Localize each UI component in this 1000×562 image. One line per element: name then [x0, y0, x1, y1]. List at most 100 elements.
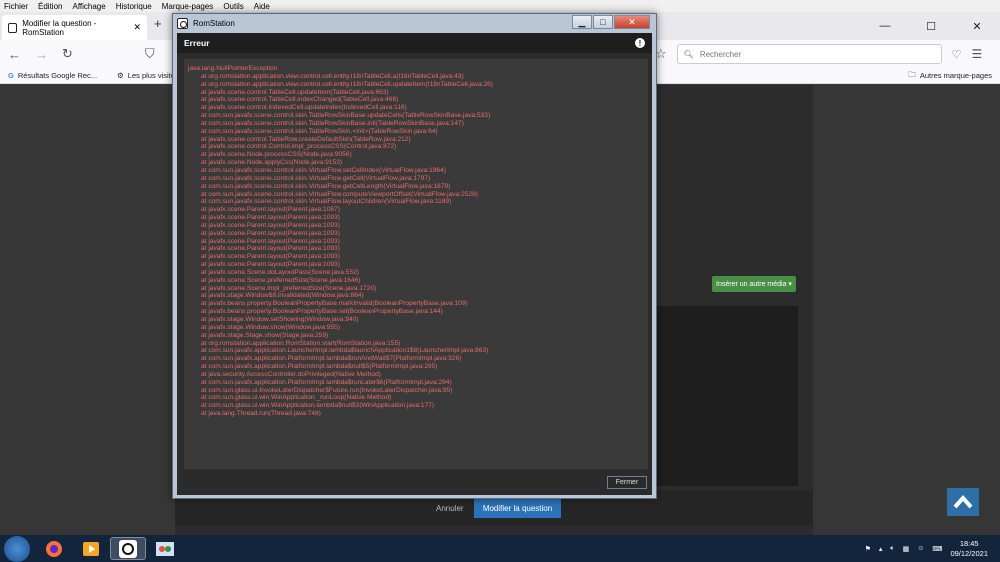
minimize-icon[interactable]: ▁	[572, 15, 592, 29]
maximize-icon[interactable]: □	[593, 15, 613, 29]
stacktrace-line: at javafx.scene.Parent.layout(Parent.jav…	[201, 206, 340, 214]
chevron-up-icon	[953, 495, 973, 509]
stacktrace-line: at java.security.AccessController.doPriv…	[201, 370, 381, 378]
stacktrace-line: at com.sun.javafx.scene.control.skin.Vir…	[201, 190, 478, 198]
window-controls: — ☐ ✕	[862, 12, 1000, 40]
dialog-window-controls: ▁ □ ✕	[572, 15, 650, 29]
romstation-icon	[177, 17, 188, 29]
back-icon[interactable]: ←	[8, 47, 21, 62]
stacktrace-line: at com.sun.javafx.application.LauncherIm…	[201, 347, 489, 355]
submit-question-button[interactable]: Modifier la question	[474, 499, 561, 518]
stacktrace-line: at org.romstation.application.RomStation…	[201, 339, 401, 347]
maximize-icon[interactable]: ☐	[908, 12, 954, 40]
close-window-icon[interactable]: ✕	[954, 12, 1000, 40]
stacktrace-text: java.lang.NullPointerException at org.rom…	[184, 59, 648, 424]
search-icon: 🔍︎	[683, 49, 694, 59]
minimize-icon[interactable]: —	[862, 12, 908, 40]
paint-icon	[156, 541, 174, 556]
search-box[interactable]: 🔍︎	[676, 44, 942, 64]
browser-tab[interactable]: Modifier la question - RomStation ✕	[2, 15, 147, 40]
stacktrace-line: at javafx.scene.Parent.layout(Parent.jav…	[201, 214, 340, 222]
dialog-body: Erreur ! java.lang.NullPointerException a…	[177, 33, 652, 495]
pocket-icon[interactable]: ♡	[952, 48, 962, 61]
stacktrace-line: at javafx.scene.Scene.impl_preferredSize…	[201, 284, 377, 292]
taskbar-paint[interactable]	[147, 537, 183, 560]
menu-affichage[interactable]: Affichage	[72, 2, 105, 11]
bookmark-most-visited[interactable]: ⚙ Les plus visités	[117, 71, 179, 80]
stacktrace-line: at javafx.scene.Parent.layout(Parent.jav…	[201, 245, 340, 253]
media-player-icon	[83, 541, 99, 556]
flag-icon[interactable]: ⚑	[865, 545, 871, 553]
bookmark-label: Résultats Google Rec...	[17, 71, 98, 80]
stacktrace-line: at com.sun.javafx.scene.control.skin.Vir…	[201, 166, 446, 174]
stacktrace-area[interactable]: java.lang.NullPointerException at org.rom…	[184, 59, 648, 469]
stacktrace-line: at javafx.scene.Parent.layout(Parent.jav…	[201, 221, 340, 229]
menu-outils[interactable]: Outils	[223, 2, 243, 11]
error-dialog-window: RomStation ▁ □ ✕ Erreur ! java.lang.Null…	[172, 13, 657, 499]
stacktrace-line: at javafx.scene.Scene.preferredSize(Scen…	[201, 276, 361, 284]
scroll-top-button[interactable]	[947, 488, 979, 516]
folder-icon: 🗀	[908, 70, 916, 79]
stacktrace-line: at javafx.beans.property.BooleanProperty…	[201, 308, 443, 316]
taskbar-media[interactable]	[73, 537, 109, 560]
fermer-button[interactable]: Fermer	[607, 476, 647, 489]
reload-icon[interactable]: ↻	[62, 46, 73, 62]
notification-icon[interactable]: ☺	[917, 545, 924, 552]
system-tray: ⚑ ▴ 🔈︎ ▦ ☺ ⌨ 18:45 09/12/2021	[865, 535, 988, 562]
stacktrace-line: at com.sun.glass.ui.InvokeLaterDispatche…	[201, 386, 453, 394]
stacktrace-line: at com.sun.glass.ui.win.WinApplication._…	[201, 394, 392, 402]
stacktrace-line: at javafx.scene.Parent.layout(Parent.jav…	[201, 261, 340, 269]
close-icon[interactable]: ✕	[133, 22, 141, 33]
stacktrace-line: at org.romstation.application.view.contr…	[201, 72, 464, 80]
menu-edition[interactable]: Édition	[38, 2, 62, 11]
stacktrace-line: at javafx.stage.Window$9.invalidated(Win…	[201, 292, 364, 300]
language-icon[interactable]: ⌨	[932, 545, 942, 553]
taskbar: ⚑ ▴ 🔈︎ ▦ ☺ ⌨ 18:45 09/12/2021	[0, 535, 1000, 562]
stacktrace-line: at javafx.scene.control.TableRow.createD…	[201, 135, 411, 143]
stacktrace-line: at org.romstation.application.view.contr…	[201, 80, 493, 88]
romstation-favicon-icon	[8, 22, 18, 33]
bookmark-google[interactable]: G Résultats Google Rec...	[8, 71, 97, 80]
firefox-icon	[46, 540, 62, 557]
stacktrace-line: at com.sun.javafx.scene.control.skin.Tab…	[201, 112, 491, 120]
stacktrace-line: at com.sun.javafx.scene.control.skin.Tab…	[201, 127, 438, 135]
stacktrace-line: at javafx.scene.Scene.doLayoutPass(Scene…	[201, 268, 359, 276]
stacktrace-line: at com.sun.glass.ui.win.WinApplication.l…	[201, 402, 435, 410]
stacktrace-line: at javafx.scene.control.TableCell.indexC…	[201, 96, 399, 104]
stacktrace-line: at com.sun.javafx.application.PlatformIm…	[201, 355, 462, 363]
forward-icon[interactable]: →	[35, 47, 48, 62]
menu-fichier[interactable]: Fichier	[4, 2, 28, 11]
search-input[interactable]	[699, 49, 920, 59]
menu-marque-pages[interactable]: Marque-pages	[162, 2, 214, 11]
menu-historique[interactable]: Historique	[116, 2, 152, 11]
menu-aide[interactable]: Aide	[254, 2, 270, 11]
taskbar-firefox[interactable]	[36, 537, 72, 560]
stacktrace-line: at javafx.scene.control.TableCell.update…	[201, 88, 389, 96]
close-icon[interactable]: ✕	[614, 15, 650, 29]
stacktrace-line: at javafx.stage.Window.setShowing(Window…	[201, 316, 359, 323]
romstation-icon	[119, 539, 137, 558]
google-icon: G	[8, 71, 14, 80]
stacktrace-line: at com.sun.javafx.scene.control.skin.Vir…	[201, 198, 452, 206]
stacktrace-line: at javafx.scene.Parent.layout(Parent.jav…	[201, 237, 340, 245]
dialog-window-title: RomStation	[193, 18, 235, 28]
network-icon[interactable]: ▦	[903, 545, 910, 553]
stacktrace-line: at com.sun.javafx.scene.control.skin.Vir…	[201, 174, 431, 182]
chevron-up-icon[interactable]: ▴	[879, 545, 883, 553]
insert-media-button[interactable]: Insérer un autre média ▾	[712, 276, 796, 292]
cancel-link[interactable]: Annuler	[436, 504, 464, 513]
menu-icon[interactable]: ☰	[972, 47, 983, 61]
stacktrace-line: at javafx.stage.Window.show(Window.java:…	[201, 323, 340, 331]
tab-title: Modifier la question - RomStation	[22, 18, 97, 37]
volume-icon[interactable]: 🔈︎	[890, 545, 894, 553]
new-tab-icon[interactable]: +	[154, 16, 162, 31]
stacktrace-line: at javafx.scene.Parent.layout(Parent.jav…	[201, 253, 340, 261]
editor-area[interactable]	[655, 306, 798, 486]
start-button[interactable]	[4, 536, 30, 562]
clock[interactable]: 18:45 09/12/2021	[950, 539, 988, 559]
stacktrace-line: at javafx.beans.property.BooleanProperty…	[201, 300, 468, 308]
stacktrace-line: at javafx.stage.Stage.show(Stage.java:25…	[201, 331, 329, 339]
shield-icon[interactable]: ⛉	[145, 46, 155, 62]
taskbar-romstation[interactable]	[110, 537, 146, 560]
other-bookmarks[interactable]: 🗀 Autres marque-pages	[908, 69, 992, 82]
